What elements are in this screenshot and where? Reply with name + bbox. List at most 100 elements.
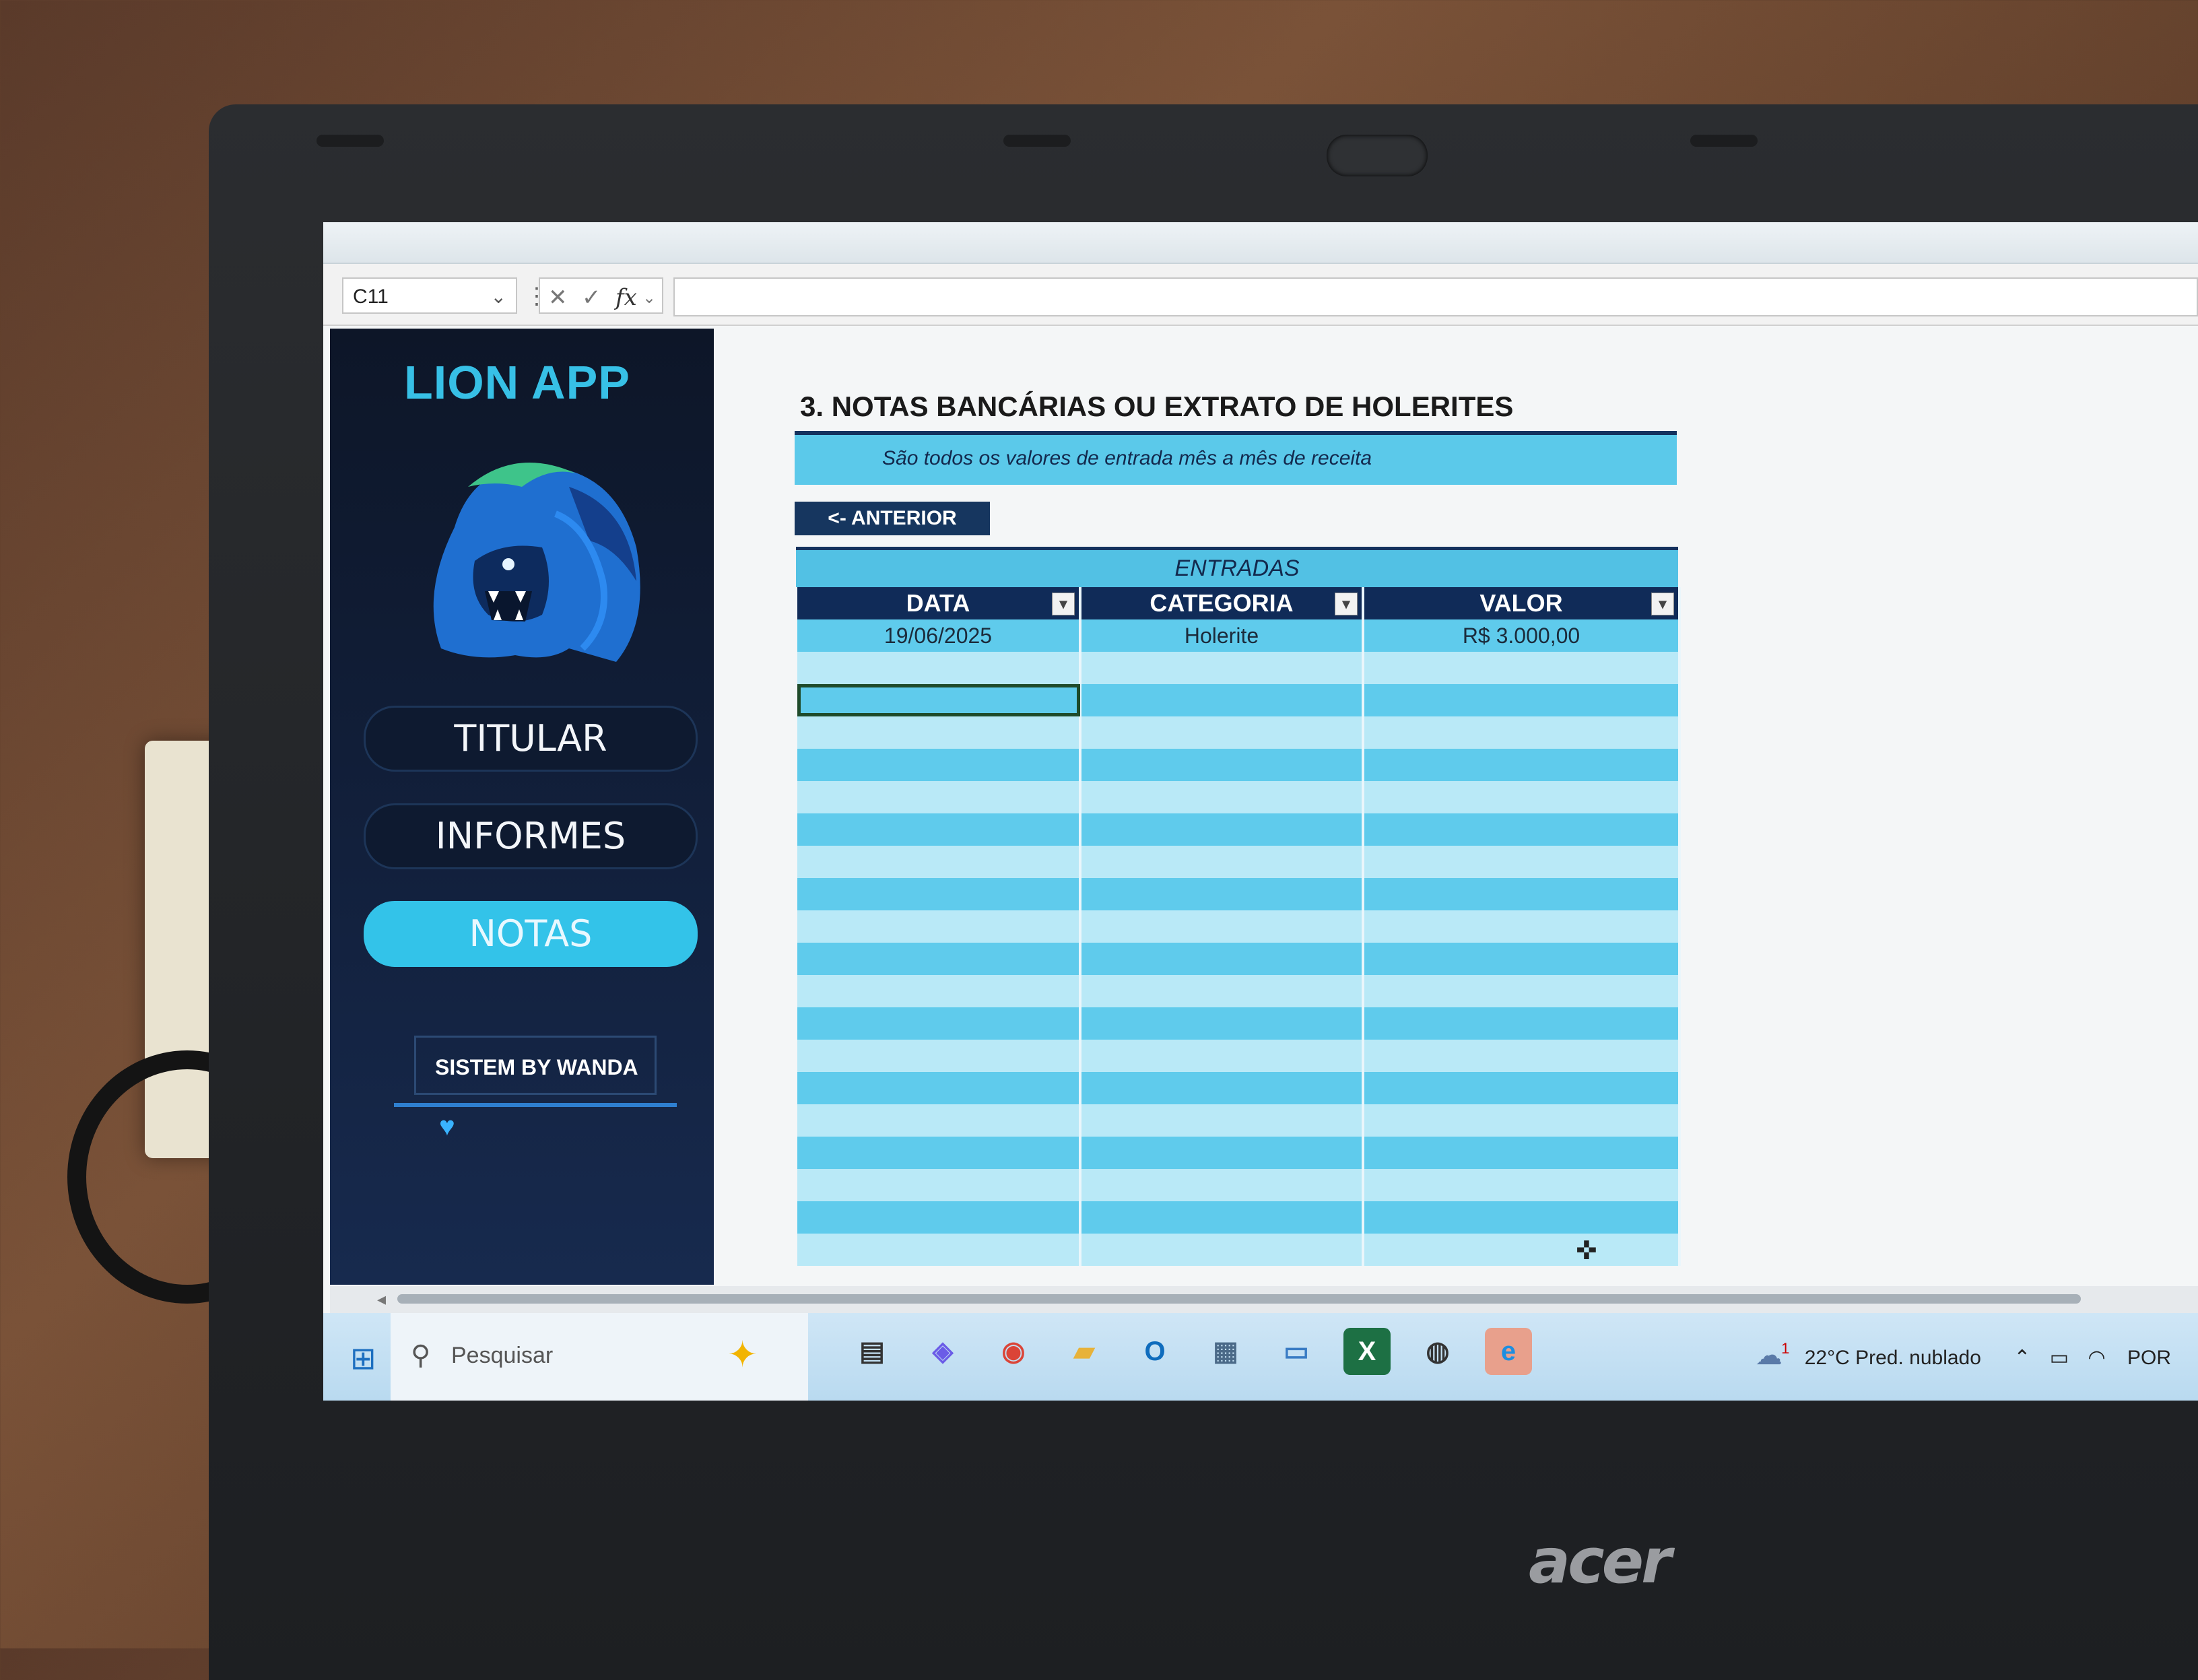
table-cell[interactable] [1080, 749, 1364, 781]
windows-start-icon[interactable]: ⊞ [350, 1340, 376, 1376]
copilot-icon[interactable]: ◈ [919, 1328, 966, 1375]
table-cell[interactable] [797, 846, 1081, 878]
filter-dropdown-icon[interactable]: ▾ [1335, 593, 1358, 615]
table-cell[interactable] [1080, 781, 1364, 813]
table-cell[interactable] [1080, 1234, 1364, 1266]
table-cell[interactable] [1363, 652, 1681, 684]
webcam-icon[interactable]: ◍ [1414, 1328, 1461, 1375]
table-cell[interactable] [1363, 749, 1681, 781]
table-cell[interactable]: 19/06/2025 [797, 619, 1081, 652]
remote-desktop-icon[interactable]: ▭ [1273, 1328, 1320, 1375]
table-cell[interactable] [1363, 1104, 1681, 1137]
outlook-icon[interactable]: O [1131, 1328, 1178, 1375]
table-cell[interactable] [797, 1234, 1081, 1266]
nav-titular-button[interactable]: TITULAR [364, 706, 698, 772]
table-cell[interactable] [1363, 1072, 1681, 1104]
excel-icon[interactable]: X [1343, 1328, 1391, 1375]
table-cell[interactable] [1363, 813, 1681, 846]
calculator-icon[interactable]: ▦ [1202, 1328, 1249, 1375]
table-cell[interactable] [1363, 1234, 1681, 1266]
cancel-icon[interactable]: ✕ [548, 284, 568, 311]
table-row [797, 1007, 1681, 1040]
table-cell[interactable] [797, 781, 1081, 813]
taskbar-search[interactable]: ⚲ Pesquisar ✦ [391, 1313, 808, 1401]
check-icon[interactable]: ✓ [582, 284, 601, 311]
table-cell[interactable] [1363, 1201, 1681, 1234]
table-cell[interactable] [797, 1104, 1081, 1137]
table-cell[interactable] [1363, 910, 1681, 943]
table-cell[interactable] [797, 878, 1081, 910]
wifi-icon[interactable]: ◠ [2088, 1347, 2105, 1369]
table-cell[interactable]: Holerite [1080, 619, 1364, 652]
name-box[interactable]: C11 ⌄ [342, 277, 517, 314]
file-explorer-icon[interactable]: ▰ [1061, 1328, 1108, 1375]
chevron-down-icon[interactable]: ⌄ [491, 279, 506, 315]
scrollbar-thumb[interactable] [397, 1294, 2081, 1304]
task-view-icon[interactable]: ▤ [848, 1328, 896, 1375]
table-cell[interactable] [797, 684, 1081, 716]
sparkle-icon[interactable]: ✦ [727, 1333, 758, 1376]
table-cell[interactable] [1363, 846, 1681, 878]
table-cell[interactable] [797, 910, 1081, 943]
table-cell[interactable] [1080, 975, 1364, 1007]
back-button[interactable]: <- ANTERIOR [795, 502, 990, 535]
chrome-icon[interactable]: ◉ [990, 1328, 1037, 1375]
nav-informes-button[interactable]: INFORMES [364, 803, 698, 869]
table-cell[interactable] [1363, 975, 1681, 1007]
table-cell[interactable] [797, 1040, 1081, 1072]
tray-chevron-up-icon[interactable]: ⌃ [2013, 1347, 2030, 1369]
filter-dropdown-icon[interactable]: ▾ [1651, 593, 1674, 615]
table-cell[interactable] [797, 1169, 1081, 1201]
formula-input[interactable] [673, 277, 2198, 316]
table-cell[interactable] [1080, 910, 1364, 943]
horizontal-scrollbar[interactable]: ◂ [330, 1286, 2198, 1313]
table-cell[interactable] [1080, 846, 1364, 878]
fx-icon[interactable]: fx [615, 284, 637, 311]
nav-notas-button[interactable]: NOTAS [364, 901, 698, 967]
table-cell[interactable] [1080, 1072, 1364, 1104]
table-cell[interactable] [1363, 1169, 1681, 1201]
fx-chevron-icon[interactable]: ⌄ [642, 288, 656, 308]
table-cell[interactable] [797, 749, 1081, 781]
table-cell[interactable] [1080, 1007, 1364, 1040]
battery-icon[interactable]: ▭ [2050, 1347, 2069, 1369]
table-cell[interactable] [1080, 1104, 1364, 1137]
table-cell[interactable] [797, 1007, 1081, 1040]
table-cell[interactable] [797, 943, 1081, 975]
table-cell[interactable] [797, 716, 1081, 749]
scroll-left-icon[interactable]: ◂ [377, 1289, 386, 1310]
table-cell[interactable] [1080, 1137, 1364, 1169]
table-cell[interactable] [1080, 716, 1364, 749]
table-cell[interactable] [1080, 943, 1364, 975]
column-header-data: DATA ▾ [797, 587, 1081, 619]
sidebar: LION APP TITULAR INFORMES NOTAS SISTEM B… [330, 329, 714, 1285]
table-cell[interactable] [797, 975, 1081, 1007]
table-cell[interactable] [1363, 1040, 1681, 1072]
table-cell[interactable] [1080, 1040, 1364, 1072]
weather-text[interactable]: 22°C Pred. nublado [1805, 1347, 1981, 1369]
weather-cloud-icon[interactable]: ☁ [1756, 1341, 1783, 1370]
table-cell[interactable] [1363, 1137, 1681, 1169]
table-cell[interactable]: R$ 3.000,00 [1363, 619, 1681, 652]
table-cell[interactable] [797, 1072, 1081, 1104]
table-cell[interactable] [1080, 652, 1364, 684]
table-cell[interactable] [797, 1201, 1081, 1234]
table-cell[interactable] [1363, 878, 1681, 910]
table-cell[interactable] [797, 652, 1081, 684]
filter-dropdown-icon[interactable]: ▾ [1052, 593, 1075, 615]
table-cell[interactable] [1363, 684, 1681, 716]
table-cell[interactable] [1363, 1007, 1681, 1040]
table-cell[interactable] [1080, 878, 1364, 910]
table-cell[interactable] [1363, 716, 1681, 749]
table-cell[interactable] [797, 1137, 1081, 1169]
table-cell[interactable] [1080, 1169, 1364, 1201]
table-cell[interactable] [1080, 684, 1364, 716]
table-cell[interactable] [1080, 813, 1364, 846]
edge-icon[interactable]: e [1485, 1328, 1532, 1375]
table-cell[interactable] [797, 813, 1081, 846]
table-cell[interactable] [1363, 781, 1681, 813]
formula-bar: C11 ⌄ ⋮ ✕ ✓ fx ⌄ [323, 264, 2198, 326]
table-cell[interactable] [1080, 1201, 1364, 1234]
table-cell[interactable] [1363, 943, 1681, 975]
language-indicator[interactable]: POR [2127, 1347, 2171, 1369]
